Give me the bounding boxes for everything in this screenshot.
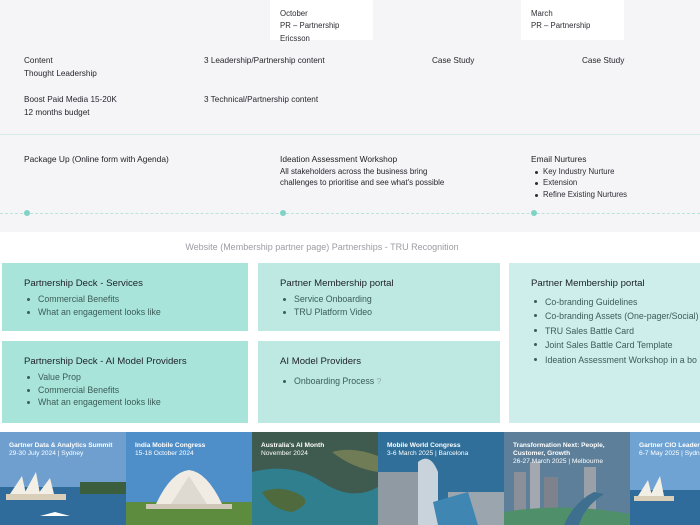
list-item: Co-branding Assets (One-pager/Social) bbox=[531, 309, 700, 324]
boost-paid-media: Boost Paid Media 15-20K bbox=[24, 95, 117, 104]
list-item: Ideation Assessment Workshop in a bo bbox=[531, 353, 700, 368]
tile-deck-ai[interactable]: Partnership Deck - AI Model Providers Va… bbox=[2, 341, 248, 423]
tile-title: Partner Membership portal bbox=[280, 278, 394, 289]
milestone-card-october: October PR – Partnership Ericsson bbox=[270, 0, 373, 43]
list-item: TRU Sales Battle Card bbox=[531, 324, 700, 339]
list-item: What an engagement looks like bbox=[24, 306, 226, 319]
question-mark-icon: ? bbox=[376, 375, 382, 386]
event-name: Gartner Data & Analytics Summit 29-30 Ju… bbox=[9, 442, 112, 458]
budget-label: 12 months budget bbox=[24, 108, 90, 117]
event-title: Transformation Next: People, Customer, G… bbox=[513, 442, 605, 458]
list-item: Joint Sales Battle Card Template bbox=[531, 338, 700, 353]
event-card-gartner-data[interactable]: Gartner Data & Analytics Summit 29-30 Ju… bbox=[0, 432, 126, 525]
tile-partner-portal-1[interactable]: Partner Membership portal Service Onboar… bbox=[258, 263, 500, 331]
milestone-label: PR – Partnership Ericsson bbox=[280, 21, 340, 43]
event-name: Gartner CIO Leader 6-7 May 2025 | Sydn bbox=[639, 442, 700, 458]
list-item-label: Onboarding Process bbox=[294, 375, 375, 386]
event-card-transformation-next[interactable]: Transformation Next: People, Customer, G… bbox=[504, 432, 630, 525]
list-item: Key Industry Nurture bbox=[533, 166, 627, 177]
event-card-india-mobile[interactable]: India Mobile Congress 15-18 October 2024 bbox=[126, 432, 252, 525]
section-divider bbox=[0, 134, 700, 135]
timeline-dot bbox=[531, 210, 537, 216]
website-section-title: Website (Membership partner page) Partne… bbox=[185, 242, 459, 252]
list-item: TRU Platform Video bbox=[280, 306, 478, 319]
case-study-2: Case Study bbox=[582, 56, 625, 65]
event-card-mwc[interactable]: Mobile World Congress 3-6 March 2025 | B… bbox=[378, 432, 504, 525]
event-date: 6-7 May 2025 | Sydn bbox=[639, 450, 700, 458]
list-item: Refine Existing Nurtures bbox=[533, 189, 627, 200]
tile-title: Partner Membership portal bbox=[531, 278, 645, 289]
timeline-dot bbox=[24, 210, 30, 216]
event-name: Mobile World Congress 3-6 March 2025 | B… bbox=[387, 442, 468, 458]
list-item: Co-branding Guidelines bbox=[531, 295, 700, 310]
event-card-ai-month[interactable]: Australia's AI Month November 2024 bbox=[252, 432, 378, 525]
event-date: 29-30 July 2024 | Sydney bbox=[9, 450, 84, 458]
milestone-label: PR – Partnership bbox=[531, 21, 591, 31]
milestone-card-march: March PR – Partnership bbox=[521, 0, 624, 40]
case-study-1: Case Study bbox=[432, 56, 475, 65]
tile-ai-model-providers[interactable]: AI Model Providers Onboarding Process ? bbox=[258, 341, 500, 423]
thought-leadership: Thought Leadership bbox=[24, 69, 97, 78]
event-date: November 2024 bbox=[261, 450, 308, 458]
list-item: Onboarding Process ? bbox=[280, 375, 478, 388]
ideation-workshop-desc: All stakeholders across the business bri… bbox=[280, 167, 445, 188]
list-item: Commercial Benefits bbox=[24, 384, 226, 397]
event-title: Mobile World Congress bbox=[387, 442, 461, 449]
tile-title: Partnership Deck - AI Model Providers bbox=[24, 356, 187, 367]
event-date: 26-27 March 2025 | Melbourne bbox=[513, 458, 604, 466]
event-card-gartner-cio[interactable]: Gartner CIO Leader 6-7 May 2025 | Sydn bbox=[630, 432, 700, 525]
tile-deck-services[interactable]: Partnership Deck - Services Commercial B… bbox=[2, 263, 248, 331]
event-date: 15-18 October 2024 bbox=[135, 450, 194, 458]
event-title: India Mobile Congress bbox=[135, 442, 206, 449]
list-item: Service Onboarding bbox=[280, 293, 478, 306]
event-name: India Mobile Congress 15-18 October 2024 bbox=[135, 442, 205, 458]
email-nurtures-list: Key Industry Nurture Extension Refine Ex… bbox=[533, 166, 627, 200]
event-date: 3-6 March 2025 | Barcelona bbox=[387, 450, 469, 458]
tile-partner-portal-2[interactable]: Partner Membership portal Co-branding Gu… bbox=[509, 263, 700, 423]
event-name: Transformation Next: People, Customer, G… bbox=[513, 442, 630, 467]
tile-title: AI Model Providers bbox=[280, 356, 362, 367]
list-item: Value Prop bbox=[24, 371, 226, 384]
technical-content: 3 Technical/Partnership content bbox=[204, 95, 319, 104]
email-nurtures-title: Email Nurtures bbox=[531, 154, 587, 164]
event-title: Gartner Data & Analytics Summit bbox=[9, 442, 113, 449]
leadership-content: 3 Leadership/Partnership content bbox=[204, 56, 325, 65]
event-name: Australia's AI Month November 2024 bbox=[261, 442, 324, 458]
list-item: Commercial Benefits bbox=[24, 293, 226, 306]
content-label: Content bbox=[24, 56, 53, 65]
milestone-month: October bbox=[280, 9, 308, 18]
timeline-dot bbox=[280, 210, 286, 216]
ideation-workshop-title: Ideation Assessment Workshop bbox=[280, 154, 398, 164]
event-title: Gartner CIO Leader bbox=[639, 442, 700, 449]
event-title: Australia's AI Month bbox=[261, 442, 325, 449]
tile-title: Partnership Deck - Services bbox=[24, 278, 143, 289]
list-item: What an engagement looks like bbox=[24, 396, 226, 409]
list-item: Extension bbox=[533, 177, 627, 188]
timeline-line bbox=[0, 213, 700, 214]
package-up-title: Package Up (Online form with Agenda) bbox=[24, 154, 169, 164]
milestone-month: March bbox=[531, 9, 553, 18]
